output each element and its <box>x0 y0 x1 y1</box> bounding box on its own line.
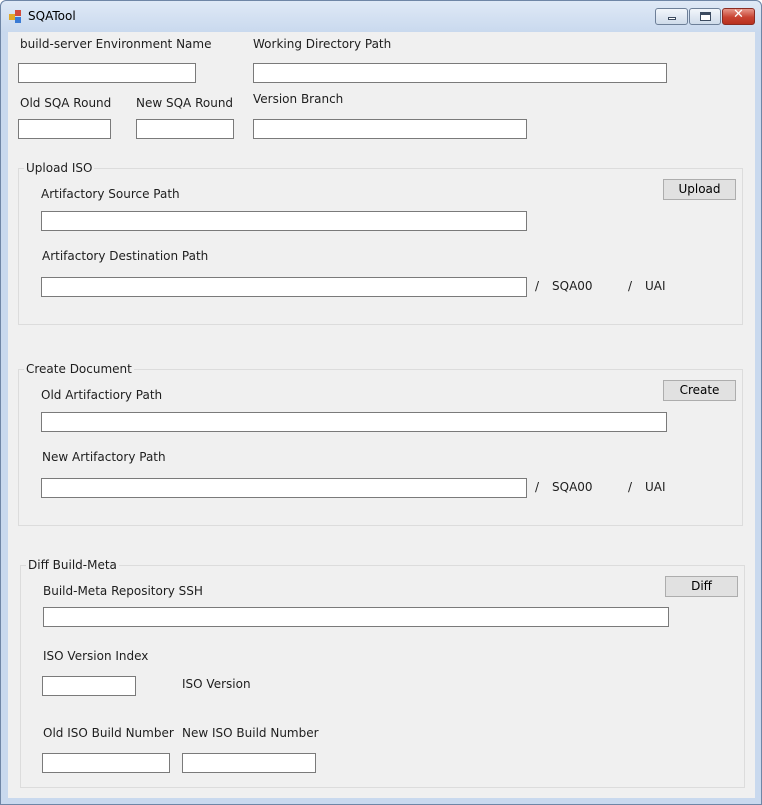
artifactory-destination-input[interactable] <box>41 277 527 297</box>
close-icon: ✕ <box>733 7 744 22</box>
version-branch-label: Version Branch <box>253 92 344 106</box>
new-iso-build-number-label: New ISO Build Number <box>182 726 319 740</box>
app-icon <box>9 10 23 24</box>
work-dir-input[interactable] <box>253 63 667 83</box>
artifactory-source-label: Artifactory Source Path <box>41 187 180 201</box>
path-separator: / <box>535 279 540 293</box>
old-iso-build-number-label: Old ISO Build Number <box>43 726 174 740</box>
form-client-area: build-server Environment Name Working Di… <box>8 32 755 798</box>
maximize-icon <box>700 12 711 21</box>
create-document-group-title: Create Document <box>24 362 134 376</box>
new-artifactory-path-label: New Artifactory Path <box>42 450 166 464</box>
old-iso-build-number-input[interactable] <box>42 753 170 773</box>
upload-iso-group: Upload ISO Upload Artifactory Source Pat… <box>18 161 743 325</box>
create-button[interactable]: Create <box>663 380 736 401</box>
sqa-suffix-label: SQA00 <box>552 480 593 494</box>
env-name-label: build-server Environment Name <box>20 37 212 51</box>
diff-build-meta-group-title: Diff Build-Meta <box>26 558 119 572</box>
close-button[interactable]: ✕ <box>722 7 755 25</box>
uai-suffix-label: UAI <box>645 480 666 494</box>
diff-button[interactable]: Diff <box>665 576 738 597</box>
old-sqa-round-label: Old SQA Round <box>20 96 112 110</box>
window-title: SQATool <box>28 9 76 23</box>
sqa-suffix-label: SQA00 <box>552 279 593 293</box>
minimize-button[interactable] <box>655 8 688 25</box>
upload-iso-group-title: Upload ISO <box>24 161 95 175</box>
minimize-icon <box>668 17 676 20</box>
old-sqa-round-input[interactable] <box>18 119 111 139</box>
old-artifactory-path-input[interactable] <box>41 412 667 432</box>
path-separator: / <box>628 279 633 293</box>
title-bar[interactable]: SQATool ✕ <box>1 1 761 32</box>
iso-version-index-input[interactable] <box>42 676 136 696</box>
new-sqa-round-input[interactable] <box>136 119 234 139</box>
diff-build-meta-group: Diff Build-Meta Diff Build-Meta Reposito… <box>20 558 745 788</box>
new-iso-build-number-input[interactable] <box>182 753 316 773</box>
work-dir-label: Working Directory Path <box>253 37 392 51</box>
old-artifactory-path-label: Old Artifactiory Path <box>41 388 163 402</box>
env-name-input[interactable] <box>18 63 196 83</box>
create-document-group: Create Document Create Old Artifactiory … <box>18 362 743 526</box>
app-window: SQATool ✕ build-server Environment Name … <box>0 0 762 805</box>
new-sqa-round-label: New SQA Round <box>136 96 234 110</box>
iso-version-index-label: ISO Version Index <box>43 649 149 663</box>
uai-suffix-label: UAI <box>645 279 666 293</box>
maximize-button[interactable] <box>689 8 721 25</box>
iso-version-label: ISO Version <box>182 677 251 691</box>
version-branch-input[interactable] <box>253 119 527 139</box>
build-meta-repo-input[interactable] <box>43 607 669 627</box>
path-separator: / <box>535 480 540 494</box>
path-separator: / <box>628 480 633 494</box>
new-artifactory-path-input[interactable] <box>41 478 527 498</box>
artifactory-source-input[interactable] <box>41 211 527 231</box>
build-meta-repo-label: Build-Meta Repository SSH <box>43 584 203 598</box>
artifactory-destination-label: Artifactory Destination Path <box>42 249 209 263</box>
upload-button[interactable]: Upload <box>663 179 736 200</box>
